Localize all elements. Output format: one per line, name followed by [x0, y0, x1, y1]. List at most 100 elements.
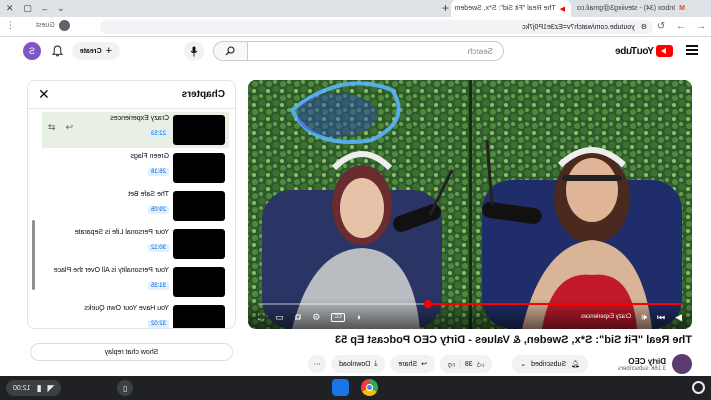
- download-icon: ⤓: [374, 360, 378, 367]
- progress-bar[interactable]: [258, 300, 682, 308]
- chapter-thumbnail[interactable]: [173, 191, 225, 221]
- progress-scrubber[interactable]: [423, 300, 432, 308]
- chevron-down-icon: ⌄: [520, 361, 527, 368]
- minimize-icon[interactable]: –: [42, 4, 47, 14]
- create-button[interactable]: + Create: [71, 42, 120, 60]
- chapter-timestamp[interactable]: 31:35: [147, 282, 169, 290]
- chapter-label[interactable]: Crazy Experiences: [581, 314, 631, 320]
- launcher-icon[interactable]: [692, 381, 705, 394]
- thumbs-down-icon[interactable]: 👎︎: [448, 360, 455, 369]
- youtube-favicon-icon: ▶: [559, 5, 565, 13]
- guest-avatar-icon: [58, 20, 70, 31]
- chapter-item[interactable]: Your Personality is All Over the Place 3…: [42, 264, 229, 300]
- profile-chip[interactable]: Guest: [36, 20, 70, 31]
- like-count: 38: [464, 360, 473, 368]
- theater-mode-icon[interactable]: ▭: [275, 312, 284, 323]
- progress-played: [427, 303, 682, 305]
- chapter-item[interactable]: The Safe Bet 29:05: [42, 188, 229, 224]
- maximize-icon[interactable]: ▢: [24, 3, 33, 14]
- channel-info[interactable]: Dirty CEO 3.16K subscribers: [618, 352, 692, 376]
- tab-youtube[interactable]: ▶ The Real "Fit Sid": S*x, Swedem ✕: [451, 0, 571, 17]
- more-options-icon[interactable]: ⋮: [6, 20, 15, 31]
- chapter-timestamp[interactable]: 32:02: [147, 320, 169, 328]
- chapter-thumbnail[interactable]: [173, 153, 225, 183]
- close-window-icon[interactable]: ✕: [6, 3, 14, 14]
- notifications-button[interactable]: [50, 43, 66, 59]
- clock-time: 12:00: [13, 384, 31, 392]
- files-app-icon[interactable]: [332, 379, 349, 396]
- account-avatar[interactable]: S: [23, 42, 41, 60]
- forward-icon[interactable]: →: [671, 21, 691, 32]
- search-button[interactable]: [213, 41, 247, 61]
- chapter-thumbnail[interactable]: [173, 115, 225, 145]
- subscriber-count: 3.16K subscribers: [617, 365, 666, 372]
- loop-icon[interactable]: ⇄: [48, 122, 56, 133]
- share-button[interactable]: ↪ Share: [390, 355, 435, 373]
- chapters-title: Chapters: [181, 89, 225, 100]
- divider: |: [459, 360, 461, 368]
- reload-icon[interactable]: ↻: [651, 21, 671, 32]
- settings-icon[interactable]: ⚙: [312, 312, 320, 323]
- show-chat-replay-button[interactable]: Show chat replay: [30, 343, 233, 361]
- volume-icon[interactable]: 🔊︎: [641, 312, 647, 323]
- chapter-timestamp[interactable]: 22:53: [147, 130, 169, 138]
- share-icon: ↪: [421, 361, 427, 368]
- phone-hub-icon[interactable]: ▯: [117, 380, 133, 396]
- chapter-item[interactable]: Crazy Experiences 22:53 ↪ ⇄: [42, 112, 229, 148]
- thumbs-up-icon[interactable]: 👍︎: [477, 360, 484, 369]
- chapter-actions: ↪ ⇄: [48, 122, 73, 133]
- search-input[interactable]: Search: [247, 41, 504, 61]
- autoplay-toggle-icon[interactable]: ◐: [356, 312, 361, 322]
- chrome-app-icon[interactable]: [361, 379, 378, 396]
- chapters-scrollbar[interactable]: [32, 220, 35, 290]
- like-dislike-button[interactable]: 👍︎ 38 | 👎︎: [439, 355, 492, 373]
- chapter-item[interactable]: Your Personal Life is Separate 30:12: [42, 226, 229, 262]
- play-icon[interactable]: ▶: [675, 312, 682, 323]
- subscribed-label: Subscribed: [531, 360, 567, 368]
- video-player[interactable]: ▶ ⏭ 🔊︎ Crazy Experiences ◐ CC ⚙ ⧉ ▭ ⛶: [248, 80, 692, 329]
- next-icon[interactable]: ⏭: [657, 312, 665, 323]
- youtube-logo[interactable]: YouTube: [616, 45, 673, 57]
- chapter-timestamp[interactable]: 29:05: [147, 206, 169, 214]
- download-button[interactable]: ⤓ Download: [331, 355, 386, 373]
- back-icon[interactable]: ←: [691, 21, 711, 32]
- chapter-timestamp[interactable]: 30:12: [147, 244, 169, 252]
- wifi-icon: ◥: [47, 382, 55, 393]
- chapter-timestamp[interactable]: 26:16: [147, 168, 169, 176]
- status-tray[interactable]: ◥ ▮ 12:00: [6, 380, 62, 396]
- more-actions-button[interactable]: ⋯: [308, 355, 327, 373]
- address-text: youtube.com/watch?v=Ez3e1P0j7kc: [522, 23, 635, 31]
- video-frame: [248, 80, 692, 329]
- microphone-icon: [190, 46, 198, 56]
- subscribed-button[interactable]: 🔔︎ Subscribed ⌄: [512, 355, 588, 373]
- address-bar[interactable]: ⚙ youtube.com/watch?v=Ez3e1P0j7kc: [100, 20, 653, 34]
- share-icon[interactable]: ↪: [66, 122, 74, 133]
- chapter-item[interactable]: You Have Your Own Quirks 32:02: [42, 302, 229, 329]
- plus-icon: +: [105, 45, 112, 57]
- player-controls: ▶ ⏭ 🔊︎ Crazy Experiences ◐ CC ⚙ ⧉ ▭ ⛶: [248, 299, 692, 329]
- site-info-icon[interactable]: ⚙: [641, 23, 647, 31]
- chapter-item[interactable]: Green Flags 26:16: [42, 150, 229, 186]
- channel-avatar[interactable]: [672, 354, 692, 374]
- chapter-name: Your Personality is All Over the Place: [53, 267, 169, 274]
- menu-icon[interactable]: [686, 45, 698, 55]
- create-label: Create: [79, 47, 102, 55]
- window-controls: ⌄ – ▢ ✕: [6, 0, 65, 17]
- tab-search-icon[interactable]: ⌄: [57, 3, 65, 14]
- chapter-thumbnail[interactable]: [173, 267, 225, 297]
- close-icon[interactable]: ✕: [38, 86, 50, 103]
- chapter-thumbnail[interactable]: [173, 229, 225, 259]
- tab-gmail[interactable]: M Inbox (34) - steviixg3@gmail.co ✕: [576, 0, 691, 17]
- video-actions: 👍︎ 38 | 👎︎ ↪ Share ⤓ Download ⋯: [308, 355, 492, 373]
- miniplayer-icon[interactable]: ⧉: [295, 312, 301, 323]
- voice-search-button[interactable]: [184, 41, 204, 61]
- tab-title: The Real "Fit Sid": S*x, Swedem: [454, 5, 556, 12]
- chapter-thumbnail[interactable]: [173, 305, 225, 329]
- chapter-name: The Safe Bet: [128, 191, 169, 198]
- fullscreen-icon[interactable]: ⛶: [258, 312, 264, 323]
- captions-icon[interactable]: CC: [331, 312, 345, 322]
- os-shelf: ▯ ◥ ▮ 12:00: [0, 376, 711, 400]
- new-tab-button[interactable]: +: [442, 1, 449, 15]
- channel-name[interactable]: Dirty CEO: [618, 357, 666, 366]
- youtube-play-icon: [656, 45, 673, 57]
